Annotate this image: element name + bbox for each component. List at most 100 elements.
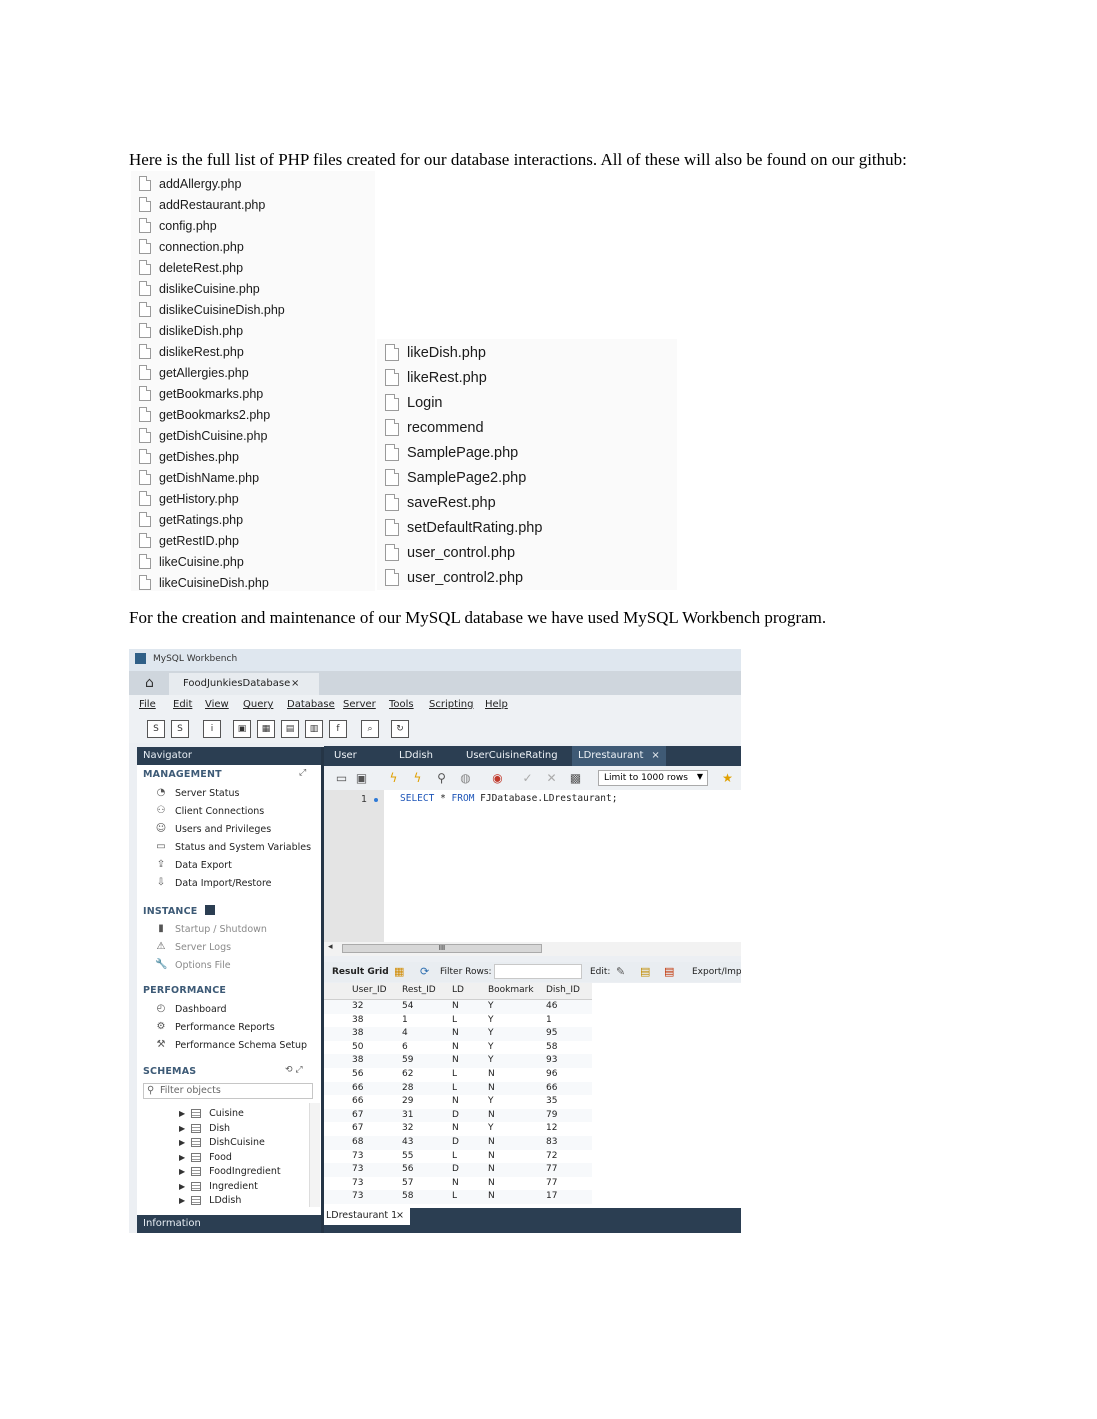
column-header[interactable]: Rest_ID [402, 985, 436, 995]
save-icon[interactable]: ▣ [354, 771, 369, 786]
scroll-thumb[interactable]: III [342, 944, 542, 953]
create-table-icon[interactable]: ▦ [257, 720, 275, 738]
create-function-icon[interactable]: f [329, 720, 347, 738]
connection-tab[interactable]: FoodJunkiesDatabase × [169, 673, 319, 695]
create-view-icon[interactable]: ▤ [281, 720, 299, 738]
reconnect-icon[interactable]: ↻ [391, 720, 409, 738]
file-name: setDefaultRating.php [407, 519, 543, 536]
nav-item-dashboard[interactable]: ◴ Dashboard [155, 1003, 227, 1015]
edit-row-icon[interactable]: ✎ [616, 965, 625, 978]
table-row[interactable] [324, 1013, 592, 1028]
editor-hscrollbar[interactable]: ◂ III [324, 942, 741, 956]
table-cell: Y [488, 1041, 494, 1052]
execute-icon[interactable]: ϟ [386, 771, 401, 786]
export-label[interactable]: Export/Imp [692, 967, 741, 977]
limit-label: Limit to 1000 rows [604, 773, 688, 783]
toggle-continue-icon[interactable]: ◉ [490, 771, 505, 786]
column-header[interactable]: Dish_ID [546, 985, 580, 995]
create-schema-icon[interactable]: ▣ [233, 720, 251, 738]
menu-item-file[interactable]: File [139, 699, 156, 710]
filter-rows-input[interactable] [494, 964, 582, 979]
delete-row-icon[interactable]: ▤ [664, 965, 674, 978]
close-tab-icon[interactable]: × [651, 750, 659, 761]
commit-icon[interactable]: ✓ [520, 771, 535, 786]
menu-item-help[interactable]: Help [485, 699, 508, 710]
menu-item-view[interactable]: View [205, 699, 229, 710]
nav-item-users-and-privileges[interactable]: ☺ Users and Privileges [155, 823, 271, 835]
file-name: dislikeCuisine.php [159, 281, 260, 296]
menu-item-server[interactable]: Server [343, 699, 376, 710]
nav-item-performance-reports[interactable]: ⚙ Performance Reports [155, 1021, 275, 1033]
beautify-icon[interactable]: ★ [720, 771, 735, 786]
rollback-icon[interactable]: ✕ [544, 771, 559, 786]
table-cell: L [452, 1069, 458, 1079]
expand-arrow-icon[interactable]: ▶ [179, 1138, 185, 1147]
nav-item-data-export[interactable]: ⇪ Data Export [155, 859, 232, 871]
nav-item-server-status[interactable]: ◔ Server Status [155, 787, 240, 799]
close-icon[interactable]: × [291, 678, 299, 689]
menu-item-database[interactable]: Database [287, 699, 335, 710]
result-tab[interactable]: LDrestaurant 1 × [324, 1208, 410, 1225]
schema-filter-input[interactable]: ⚲ Filter objects [143, 1083, 313, 1099]
menu-item-query[interactable]: Query [243, 699, 273, 710]
result-grid-label[interactable]: Result Grid [332, 967, 389, 977]
schema-table-item[interactable]: ▶ DishCuisine [179, 1137, 265, 1148]
navigator-scrollbar[interactable] [309, 1103, 320, 1207]
sql-editor[interactable]: 1 SELECT * FROM FJDatabase.LDrestaurant; [324, 790, 741, 942]
editor-tab-usercuisinerating[interactable]: UserCuisineRating [466, 750, 558, 761]
nav-item-status-and-system-variables[interactable]: ▭ Status and System Variables [155, 841, 311, 853]
schema-table-item[interactable]: ▶ Cuisine [179, 1108, 244, 1119]
search-table-data-icon[interactable]: ⌕ [361, 720, 379, 738]
home-icon[interactable]: ⌂ [145, 675, 154, 691]
close-result-tab-icon[interactable]: × [396, 1210, 404, 1221]
execute-current-icon[interactable]: ϟ [410, 771, 425, 786]
schema-table-item[interactable]: ▶ Dish [179, 1123, 230, 1134]
nav-item-data-import-restore[interactable]: ⇩ Data Import/Restore [155, 877, 272, 889]
nav-item-options-file[interactable]: 🔧 Options File [155, 959, 231, 971]
editor-tab-lddish[interactable]: LDdish [399, 750, 433, 761]
information-panel-header[interactable]: Information [137, 1215, 321, 1233]
menu-item-tools[interactable]: Tools [389, 699, 414, 710]
column-header[interactable]: Bookmark [488, 985, 534, 995]
table-icon [191, 1152, 202, 1162]
expand-icon[interactable]: ⤢ [299, 768, 306, 778]
schema-table-item[interactable]: ▶ Food [179, 1152, 232, 1163]
add-row-icon[interactable]: ▤ [640, 965, 650, 978]
explain-icon[interactable]: ⚲ [434, 771, 449, 786]
expand-arrow-icon[interactable]: ▶ [179, 1182, 185, 1191]
open-sql-script-icon[interactable]: S [171, 720, 189, 738]
menu-item-edit[interactable]: Edit [173, 699, 192, 710]
nav-item-client-connections[interactable]: ⚇ Client Connections [155, 805, 265, 817]
expand-arrow-icon[interactable]: ▶ [179, 1167, 185, 1176]
create-procedure-icon[interactable]: ▥ [305, 720, 323, 738]
table-icon [191, 1167, 202, 1176]
expand-arrow-icon[interactable]: ▶ [179, 1109, 185, 1118]
editor-tab-ldrestaurant[interactable]: LDrestaurant × [572, 746, 666, 766]
grid-icon[interactable]: ▦ [394, 965, 404, 978]
scroll-left-icon[interactable]: ◂ [328, 942, 333, 952]
new-sql-tab-icon[interactable]: S [147, 720, 165, 738]
nav-item-startup-shutdown[interactable]: ▮ Startup / Shutdown [155, 923, 267, 935]
nav-item-server-logs[interactable]: ⚠ Server Logs [155, 941, 232, 953]
nav-item-performance-schema-setup[interactable]: ⚒ Performance Schema Setup [155, 1039, 308, 1051]
column-header[interactable]: User_ID [352, 985, 387, 995]
table-icon [191, 1123, 202, 1133]
expand-arrow-icon[interactable]: ▶ [179, 1124, 185, 1133]
table-cell: 12 [546, 1123, 558, 1134]
schema-table-item[interactable]: ▶ LDdish [179, 1195, 241, 1206]
schema-table-item[interactable]: ▶ Ingredient [179, 1181, 258, 1192]
refresh-icon[interactable]: ⟳ [420, 965, 429, 978]
open-file-icon[interactable]: ▭ [334, 771, 349, 786]
editor-tab-user[interactable]: User [334, 750, 357, 761]
result-grid-header: User_ID Rest_ID LD Bookmark Dish_ID [324, 983, 592, 1000]
expand-arrow-icon[interactable]: ▶ [179, 1196, 185, 1205]
inspector-icon[interactable]: i [203, 720, 221, 738]
menu-item-scripting[interactable]: Scripting [429, 699, 473, 710]
schema-table-item[interactable]: ▶ FoodIngredient [179, 1166, 281, 1177]
autocommit-icon[interactable]: ▩ [568, 771, 583, 786]
column-header[interactable]: LD [452, 985, 464, 995]
expand-arrow-icon[interactable]: ▶ [179, 1153, 185, 1162]
stop-icon[interactable]: ◍ [458, 771, 473, 786]
refresh-schemas-icon[interactable]: ⟲ ⤢ [285, 1065, 303, 1075]
limit-rows-select[interactable]: Limit to 1000 rows ▼ [598, 770, 708, 786]
